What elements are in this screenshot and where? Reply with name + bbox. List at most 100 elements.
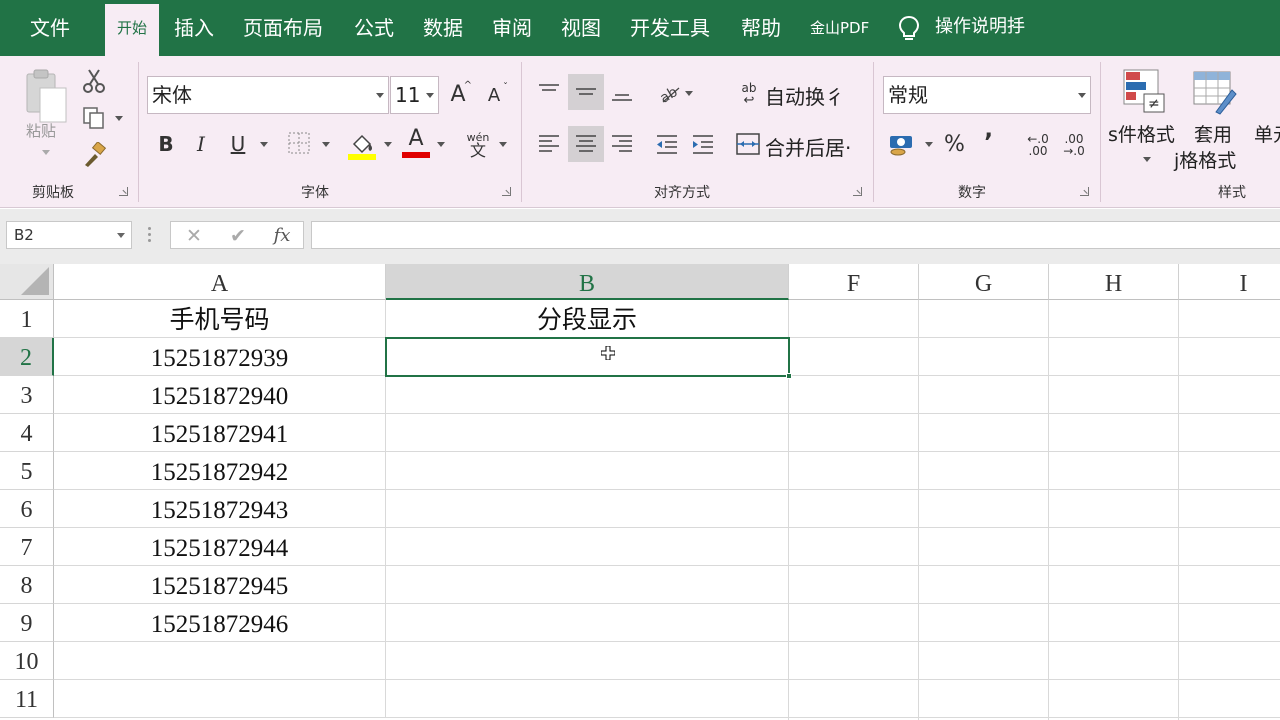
font-name-combo[interactable]: 宋体 — [147, 76, 389, 114]
column-header-i[interactable]: I — [1179, 264, 1280, 300]
underline-dropdown-icon[interactable] — [260, 142, 268, 147]
cell-a3[interactable]: 15251872940 — [54, 376, 386, 414]
wrap-text-button[interactable]: 自动换彳 — [765, 81, 845, 110]
number-format-combo[interactable]: 常规 — [883, 76, 1091, 114]
increase-decimal-button[interactable]: ←.0 .00 — [1022, 130, 1054, 160]
row-header-4[interactable]: 4 — [0, 414, 54, 452]
wrap-text-icon[interactable]: ab ↩ — [738, 80, 760, 108]
borders-dropdown-icon[interactable] — [322, 142, 330, 147]
row-header-6[interactable]: 6 — [0, 490, 54, 528]
copy-icon[interactable] — [82, 106, 106, 130]
lightbulb-icon[interactable] — [896, 14, 922, 44]
name-box[interactable]: B2 — [6, 221, 132, 249]
phonetic-button[interactable]: wén 文 — [464, 130, 492, 160]
row-header-3[interactable]: 3 — [0, 376, 54, 414]
tab-file[interactable]: 文件 — [30, 0, 70, 56]
clipboard-launcher-icon[interactable] — [119, 187, 128, 196]
percent-style-button[interactable]: % — [944, 132, 965, 157]
accounting-format-icon[interactable] — [888, 132, 916, 158]
merge-center-icon[interactable] — [736, 133, 760, 155]
align-middle-button[interactable] — [568, 74, 604, 110]
number-launcher-icon[interactable] — [1080, 187, 1089, 196]
increase-indent-button[interactable] — [688, 128, 718, 160]
paste-dropdown-icon[interactable] — [42, 150, 50, 155]
row-header-9[interactable]: 9 — [0, 604, 54, 642]
merge-center-button[interactable]: 合并后居· — [765, 132, 851, 161]
cell-a8[interactable]: 15251872945 — [54, 566, 386, 604]
font-size-combo[interactable]: 11 — [390, 76, 439, 114]
row-header-5[interactable]: 5 — [0, 452, 54, 490]
cell-a7[interactable]: 15251872944 — [54, 528, 386, 566]
accounting-dropdown-icon[interactable] — [925, 142, 933, 147]
select-all-button[interactable] — [0, 264, 54, 300]
align-left-button[interactable] — [532, 126, 566, 162]
tab-home[interactable]: 开始 — [105, 4, 159, 56]
tab-developer[interactable]: 开发工具 — [630, 0, 710, 56]
alignment-launcher-icon[interactable] — [853, 187, 862, 196]
chevron-down-icon[interactable] — [376, 93, 384, 98]
paste-label[interactable]: 粘贴 — [26, 120, 56, 141]
align-center-button[interactable] — [568, 126, 604, 162]
align-right-button[interactable] — [606, 126, 638, 162]
orientation-dropdown-icon[interactable] — [685, 91, 693, 96]
cell-a6[interactable]: 15251872943 — [54, 490, 386, 528]
format-as-table-line1[interactable]: 套用 — [1194, 120, 1232, 147]
font-color-button[interactable]: A — [402, 126, 430, 158]
decrease-decimal-button[interactable]: .00 →.0 — [1058, 130, 1090, 160]
grow-font-button[interactable]: A ^ — [446, 80, 472, 108]
fill-color-icon[interactable] — [348, 130, 376, 160]
tab-page-layout[interactable]: 页面布局 — [243, 0, 323, 56]
insert-function-icon[interactable]: fx — [267, 222, 297, 250]
orientation-button[interactable]: ab — [654, 78, 684, 108]
row-header-1[interactable]: 1 — [0, 300, 54, 338]
font-color-dropdown-icon[interactable] — [437, 142, 445, 147]
row-header-8[interactable]: 8 — [0, 566, 54, 604]
align-bottom-button[interactable] — [606, 74, 638, 110]
cell-a4[interactable]: 15251872941 — [54, 414, 386, 452]
comma-style-button[interactable]: ’ — [984, 128, 993, 156]
fill-handle[interactable] — [786, 373, 792, 379]
cell-a1[interactable]: 手机号码 — [54, 300, 386, 338]
cell-a2[interactable]: 15251872939 — [54, 338, 386, 376]
formula-bar-resize-handle[interactable] — [148, 227, 151, 243]
format-painter-icon[interactable] — [82, 142, 108, 168]
tab-help[interactable]: 帮助 — [741, 0, 781, 56]
row-header-2[interactable]: 2 — [0, 338, 54, 376]
tab-review[interactable]: 审阅 — [492, 0, 532, 56]
column-header-g[interactable]: G — [919, 264, 1049, 300]
tab-insert[interactable]: 插入 — [174, 0, 214, 56]
formula-input[interactable] — [311, 221, 1280, 249]
conditional-formatting-dropdown-icon[interactable] — [1143, 157, 1151, 162]
borders-icon[interactable] — [288, 132, 310, 154]
cancel-icon[interactable]: ✕ — [179, 222, 209, 250]
format-as-table-icon[interactable] — [1192, 70, 1238, 116]
column-header-f[interactable]: F — [789, 264, 919, 300]
column-header-b[interactable]: B — [386, 264, 789, 300]
bold-button[interactable]: B — [154, 130, 178, 158]
tell-me-search[interactable]: 操作说明抙 — [935, 0, 1025, 56]
tab-pdf[interactable]: 金山PDF — [810, 0, 869, 56]
cell-styles-button[interactable]: 单元 — [1254, 120, 1280, 147]
cell-a10[interactable] — [54, 642, 386, 680]
conditional-formatting-button[interactable]: ѕ件格式 — [1108, 120, 1175, 147]
format-as-table-line2[interactable]: ј格格式 — [1174, 146, 1236, 173]
tab-data[interactable]: 数据 — [423, 0, 463, 56]
shrink-font-button[interactable]: A ˇ — [482, 82, 508, 108]
chevron-down-icon[interactable] — [426, 93, 434, 98]
column-header-h[interactable]: H — [1049, 264, 1179, 300]
cell-a11[interactable] — [54, 680, 386, 718]
copy-dropdown-icon[interactable] — [115, 116, 123, 121]
phonetic-dropdown-icon[interactable] — [499, 142, 507, 147]
row-header-10[interactable]: 10 — [0, 642, 54, 680]
cell-a5[interactable]: 15251872942 — [54, 452, 386, 490]
chevron-down-icon[interactable] — [117, 233, 125, 238]
active-cell-b2[interactable] — [385, 337, 792, 379]
font-launcher-icon[interactable] — [502, 187, 511, 196]
column-header-a[interactable]: A — [54, 264, 386, 300]
decrease-indent-button[interactable] — [652, 128, 682, 160]
tab-view[interactable]: 视图 — [561, 0, 601, 56]
align-top-button[interactable] — [532, 74, 566, 110]
cut-icon[interactable] — [82, 68, 106, 94]
italic-button[interactable]: I — [189, 130, 213, 158]
paste-icon[interactable] — [24, 68, 70, 126]
